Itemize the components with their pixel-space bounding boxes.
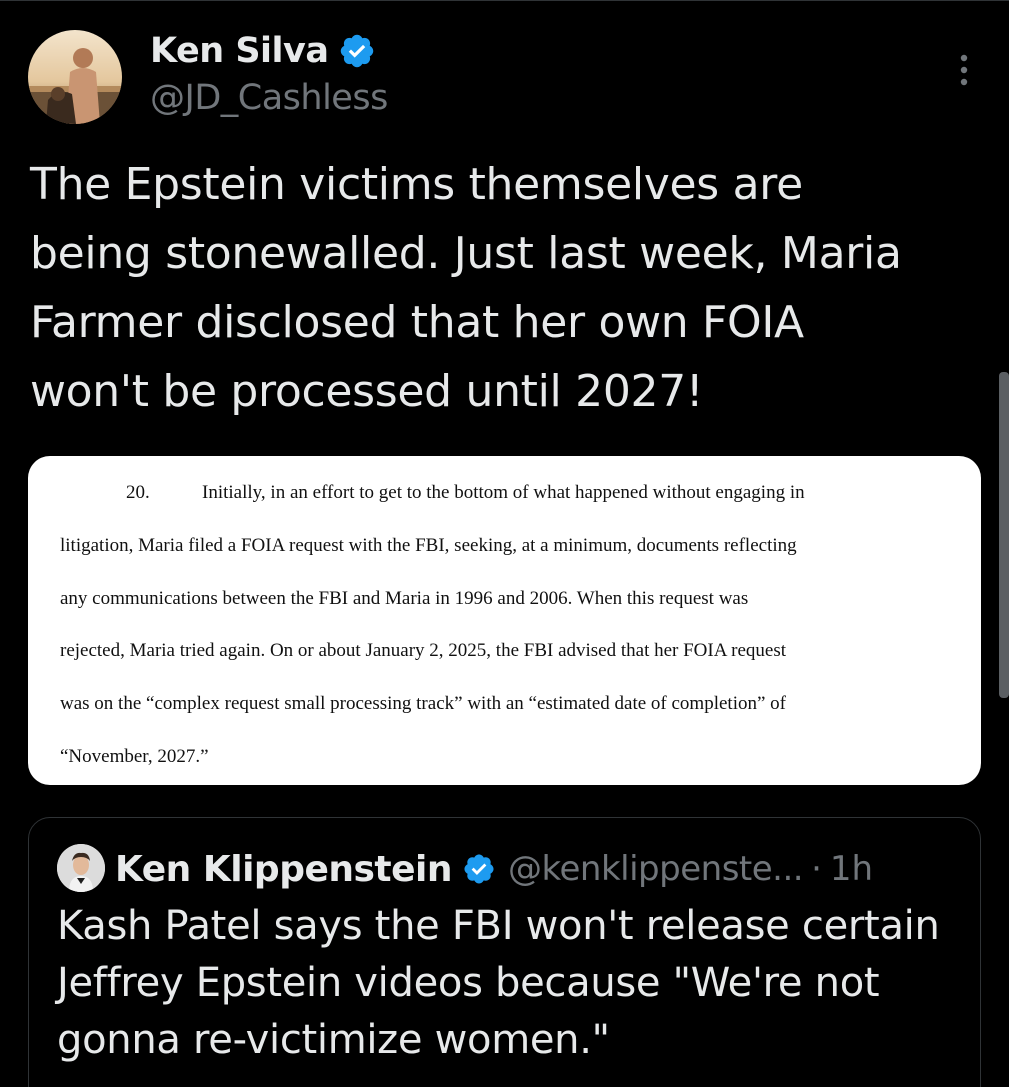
more-options-button[interactable] — [944, 48, 984, 92]
verified-badge-icon — [338, 32, 376, 70]
quoted-author-handle[interactable]: @kenklippenste... — [508, 849, 804, 889]
document-line: rejected, Maria tried again. On or about… — [60, 640, 787, 661]
author-display-name[interactable]: Ken Silva — [150, 31, 329, 71]
document-line: litigation, Maria filed a FOIA request w… — [60, 535, 797, 556]
verified-badge-icon — [462, 852, 496, 886]
avatar-photo-icon — [57, 844, 105, 892]
scrollbar-thumb[interactable] — [999, 372, 1009, 698]
quoted-tweet-card[interactable]: Ken Klippenstein @kenklippenste... · 1h … — [28, 817, 981, 1087]
quoted-tweet-timestamp[interactable]: 1h — [830, 849, 873, 889]
quoted-author-avatar[interactable] — [57, 844, 105, 892]
tweet-text: The Epstein victims themselves are being… — [30, 159, 902, 417]
top-divider — [0, 0, 1009, 1]
avatar-photo-icon — [28, 30, 122, 124]
document-line: “November, 2027.” — [60, 746, 209, 767]
document-line: any communications between the FBI and M… — [60, 588, 749, 609]
document-line-text: Initially, in an effort to get to the bo… — [202, 482, 805, 503]
author-handle[interactable]: @JD_Cashless — [150, 78, 388, 118]
document-line: was on the “complex request small proces… — [60, 693, 786, 714]
header-separator: · — [811, 849, 822, 889]
quoted-tweet-text: Kash Patel says the FBI won't release ce… — [57, 903, 940, 1063]
author-avatar[interactable] — [28, 30, 122, 124]
author-name-row[interactable]: Ken Silva — [150, 26, 376, 76]
quoted-author-display-name[interactable]: Ken Klippenstein — [115, 849, 453, 890]
document-line: 20. Initially, in an effort to get to the… — [126, 482, 805, 504]
tweet-media-document-image[interactable]: 20. Initially, in an effort to get to the… — [28, 456, 981, 785]
document-paragraph-number: 20. — [126, 482, 150, 503]
more-vertical-icon — [960, 54, 968, 86]
quoted-tweet-header[interactable]: Ken Klippenstein @kenklippenste... · 1h — [115, 844, 873, 894]
